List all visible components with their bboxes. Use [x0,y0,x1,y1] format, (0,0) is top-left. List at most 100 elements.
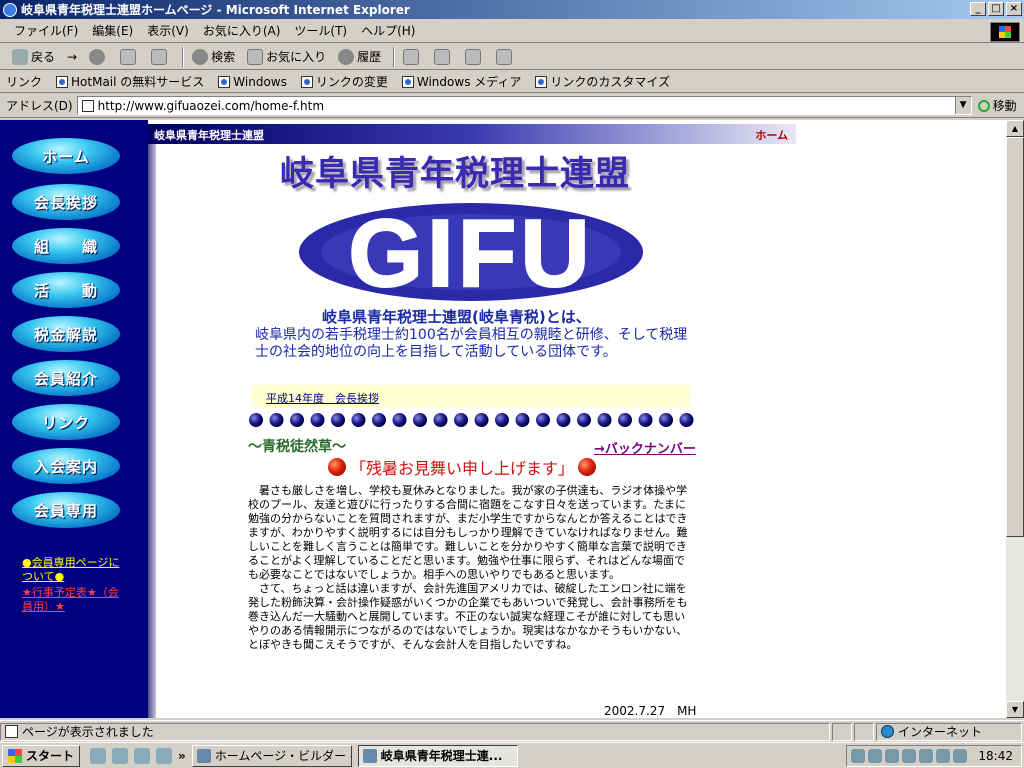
ie-quicklaunch-icon[interactable] [90,747,107,764]
link-hotmail[interactable]: HotMail の無料サービス [56,73,204,90]
back-number-link[interactable]: →バックナンバー [594,438,696,457]
task-ie-window[interactable]: 岐阜県青年税理士連... [357,744,518,767]
page-icon [5,725,18,738]
menu-view[interactable]: 表示(V) [147,22,189,39]
page-icon [300,75,313,88]
go-button[interactable]: 移動 [977,97,1017,114]
desktop-quicklaunch-icon[interactable] [134,747,151,764]
org-name: 岐阜県青年税理士連盟 [154,129,264,142]
gifu-logo: GIFU [299,202,643,302]
divider-dot [495,413,509,427]
link-windows[interactable]: Windows [218,75,287,89]
status-text-cell: ページが表示されました [0,722,830,741]
intro-heading: 岐阜県青年税理士連盟(岐阜青税)とは、 [322,308,591,326]
print-icon [434,48,451,65]
divider-dot [474,413,489,427]
tray-icon[interactable] [936,749,950,763]
nav-links-button[interactable]: リンク [12,404,120,440]
tray-icon[interactable] [953,749,967,763]
scroll-thumb[interactable] [1006,137,1024,537]
task-homepage-builder[interactable]: ホームページ・ビルダー - [li... [191,744,352,767]
back-label: 戻る [31,50,56,64]
page-icon [535,75,548,88]
menu-favorites[interactable]: お気に入り(A) [203,22,281,39]
address-url: http://www.gifuaozei.com/home-f.htm [97,98,325,113]
minimize-button[interactable]: _ [970,2,986,16]
nav-organization-button[interactable]: 組 織 [12,228,120,264]
nav-tax-button[interactable]: 税金解説 [12,316,120,352]
home-button[interactable] [151,48,170,65]
divider-dot [433,413,448,427]
back-button[interactable]: 戻る [12,48,55,65]
close-button[interactable]: × [1006,2,1022,16]
link-label: HotMail の無料サービス [71,75,205,89]
greeting-link[interactable]: 平成14年度 会長挨拶 [266,390,379,406]
nav-join-button[interactable]: 入会案内 [12,448,120,484]
history-button[interactable]: 履歴 [338,48,381,65]
start-button[interactable]: スタート [2,744,81,767]
member-page-link[interactable]: ●会員専用ページについて● [22,556,122,584]
refresh-button[interactable] [120,48,139,65]
menu-file[interactable]: ファイル(F) [14,22,78,39]
quicklaunch-chevron[interactable]: » [178,749,186,763]
tray-icon[interactable] [885,749,899,763]
article: 暑さも厳しさを増し、学校も夏休みとなりました。我が家の子供達も、ラジオ体操や学校… [248,484,694,652]
standard-toolbar: 戻る → 検索 お気に入り 履歴 [0,44,1024,70]
menu-tools[interactable]: ツール(T) [294,22,347,39]
scroll-up-arrow[interactable]: ▲ [1006,120,1024,137]
link-label: Windows [233,74,287,89]
section-title: ～青税徒然草～ [248,439,346,455]
logo-text: GIFU [348,202,593,302]
stop-button[interactable] [89,48,108,65]
link-change[interactable]: リンクの変更 [300,73,388,90]
system-tray: 18:42 [846,745,1022,767]
menu-edit[interactable]: 編集(E) [92,22,133,39]
chevron-down-icon[interactable]: ▼ [954,97,971,114]
volume-icon[interactable] [868,749,882,763]
nav-greeting-button[interactable]: 会長挨拶 [12,184,120,220]
menu-help[interactable]: ヘルプ(H) [361,22,415,39]
maximize-button[interactable]: □ [988,2,1004,16]
divider-dot [331,413,345,427]
zone-cell: インターネット [876,722,1022,741]
greeting-box: 平成14年度 会長挨拶 [252,385,690,407]
tray-icon[interactable] [851,749,865,763]
nav-members-button[interactable]: 会員紹介 [12,360,120,396]
nav-home-button[interactable]: ホーム [12,138,120,174]
edit-button[interactable] [465,48,484,65]
link-customize[interactable]: リンクのカスタマイズ [535,73,670,90]
article-date: 2002.7.27 MH [604,704,697,718]
divider-dot [249,413,263,427]
ie-icon [362,748,377,763]
search-button[interactable]: 検索 [192,48,235,65]
article-paragraph-2: さて、ちょっと話は違いますが、会計先進国アメリカでは、破綻したエンロン社に端を発… [248,582,688,651]
print-button[interactable] [434,48,453,65]
divider-dot [618,413,632,427]
builder-icon [196,748,211,763]
schedule-link[interactable]: ★行事予定表★（会員用）★ [22,586,122,614]
address-bar: アドレス(D) http://www.gifuaozei.com/home-f.… [0,94,1024,118]
toolbar-separator [393,46,396,67]
back-arrow-icon [12,48,28,65]
divider-dot [556,413,571,427]
outlook-quicklaunch-icon[interactable] [112,747,129,764]
address-label: アドレス(D) [6,99,73,113]
divider-dot [597,413,612,427]
forward-button[interactable]: → [67,50,77,64]
nav-activity-button[interactable]: 活 動 [12,272,120,308]
tray-icon[interactable] [919,749,933,763]
divider-dot [372,413,386,427]
mail-button[interactable] [403,48,422,65]
nav-member-only-button[interactable]: 会員専用 [12,492,120,528]
network-icon[interactable] [902,749,916,763]
dot-divider [249,413,694,427]
link-windows-media[interactable]: Windows メディア [401,73,521,90]
address-input[interactable]: http://www.gifuaozei.com/home-f.htm ▼ [76,96,972,115]
discuss-button[interactable] [496,48,515,65]
divider-dot [290,413,304,427]
favorites-button[interactable]: お気に入り [247,48,326,65]
app-quicklaunch-icon[interactable] [156,747,173,764]
home-link[interactable]: ホーム [755,127,788,143]
vertical-scrollbar[interactable]: ▲ ▼ [1006,120,1024,718]
scroll-down-arrow[interactable]: ▼ [1006,701,1024,718]
